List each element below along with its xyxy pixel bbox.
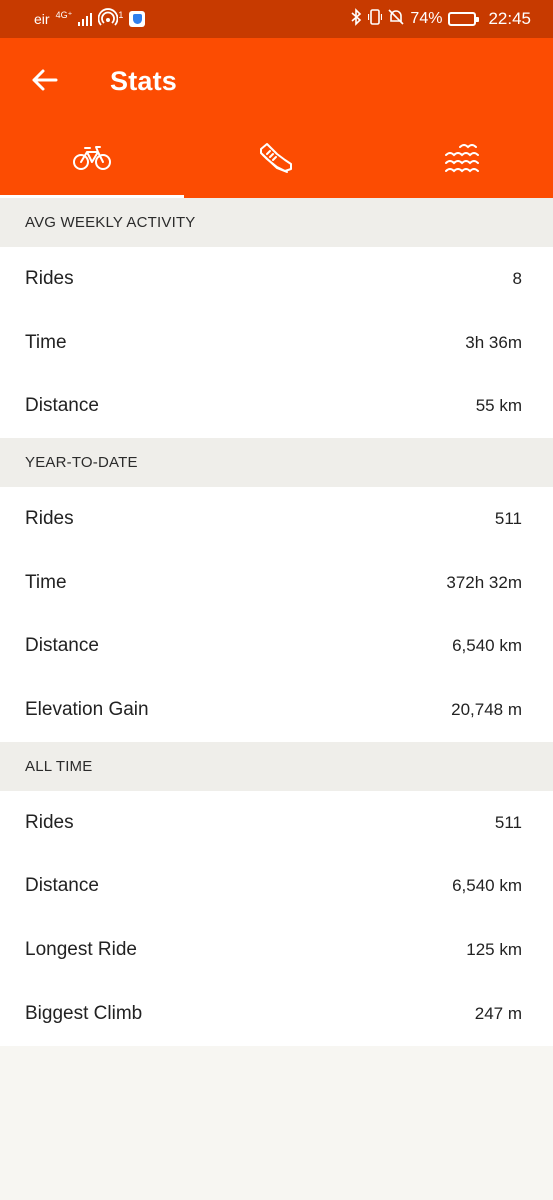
stat-row-distance: Distance 6,540 km	[0, 855, 553, 919]
stat-row-distance: Distance 6,540 km	[0, 614, 553, 678]
stat-label: Time	[25, 331, 67, 353]
running-shoe-icon	[260, 143, 293, 173]
shield-icon	[129, 11, 146, 27]
mute-bell-icon	[388, 8, 404, 31]
stat-value: 6,540 km	[452, 876, 522, 896]
swim-waves-icon	[444, 144, 479, 173]
stat-row-time: Time 3h 36m	[0, 311, 553, 375]
stat-row-elevation-gain: Elevation Gain 20,748 m	[0, 678, 553, 742]
app-bar: Stats	[0, 38, 553, 198]
status-bar: eir 4G⁺ 1 74% 22:45	[0, 0, 553, 38]
stat-value: 511	[494, 812, 522, 832]
stat-label: Distance	[25, 875, 99, 897]
arrow-left-icon	[32, 69, 58, 91]
hotspot-icon	[97, 7, 119, 31]
signal-icon	[78, 12, 93, 26]
stat-value: 20,748 m	[451, 699, 522, 719]
bicycle-icon	[73, 146, 112, 170]
stat-label: Rides	[25, 507, 74, 529]
status-bar-right: 74% 22:45	[350, 7, 531, 31]
stat-label: Elevation Gain	[25, 698, 149, 720]
stat-value: 6,540 km	[452, 636, 522, 656]
stat-value: 125 km	[466, 940, 522, 960]
tab-swim[interactable]	[369, 118, 553, 198]
section-weekly: Rides 8 Time 3h 36m Distance 55 km	[0, 247, 553, 439]
stat-label: Distance	[25, 635, 99, 657]
stat-row-time: Time 372h 32m	[0, 551, 553, 615]
stat-value: 8	[512, 268, 522, 288]
hotspot-count: 1	[118, 10, 124, 20]
stat-label: Distance	[25, 395, 99, 417]
bluetooth-icon	[350, 7, 362, 31]
network-type: 4G⁺	[55, 9, 73, 20]
section-header-all-time: ALL TIME	[0, 741, 553, 791]
stat-value: 372h 32m	[446, 572, 522, 592]
stat-row-rides: Rides 511	[0, 791, 553, 855]
sport-tabs	[0, 118, 553, 198]
tab-ride[interactable]	[0, 118, 185, 198]
back-button[interactable]	[28, 64, 60, 96]
clock-time: 22:45	[488, 9, 531, 28]
stat-row-longest-ride: Longest Ride 125 km	[0, 918, 553, 982]
stat-value: 247 m	[474, 1003, 522, 1023]
stat-value: 511	[494, 508, 522, 528]
stat-label: Longest Ride	[25, 939, 137, 961]
stat-label: Rides	[25, 811, 74, 833]
section-all-time: Rides 511 Distance 6,540 km Longest Ride…	[0, 790, 553, 1046]
stat-row-rides: Rides 511	[0, 487, 553, 551]
stat-row-biggest-climb: Biggest Climb 247 m	[0, 982, 553, 1046]
stat-value: 55 km	[475, 396, 522, 416]
carrier-label: eir	[34, 11, 50, 27]
section-ytd: Rides 511 Time 372h 32m Distance 6,540 k…	[0, 487, 553, 742]
section-header-weekly: AVG WEEKLY ACTIVITY	[0, 198, 553, 247]
stat-row-rides: Rides 8	[0, 247, 553, 311]
section-header-ytd: YEAR-TO-DATE	[0, 438, 553, 488]
tab-run[interactable]	[184, 118, 368, 198]
status-bar-left: eir 4G⁺ 1	[34, 7, 146, 31]
stat-row-distance: Distance 55 km	[0, 374, 553, 438]
stat-label: Rides	[25, 267, 74, 289]
stat-label: Time	[25, 571, 67, 593]
battery-icon	[448, 12, 480, 26]
vibrate-icon	[368, 8, 383, 31]
stat-label: Biggest Climb	[25, 1002, 143, 1024]
page-title: Stats	[110, 66, 178, 96]
battery-percent: 74%	[410, 10, 443, 27]
stat-value: 3h 36m	[465, 332, 522, 352]
